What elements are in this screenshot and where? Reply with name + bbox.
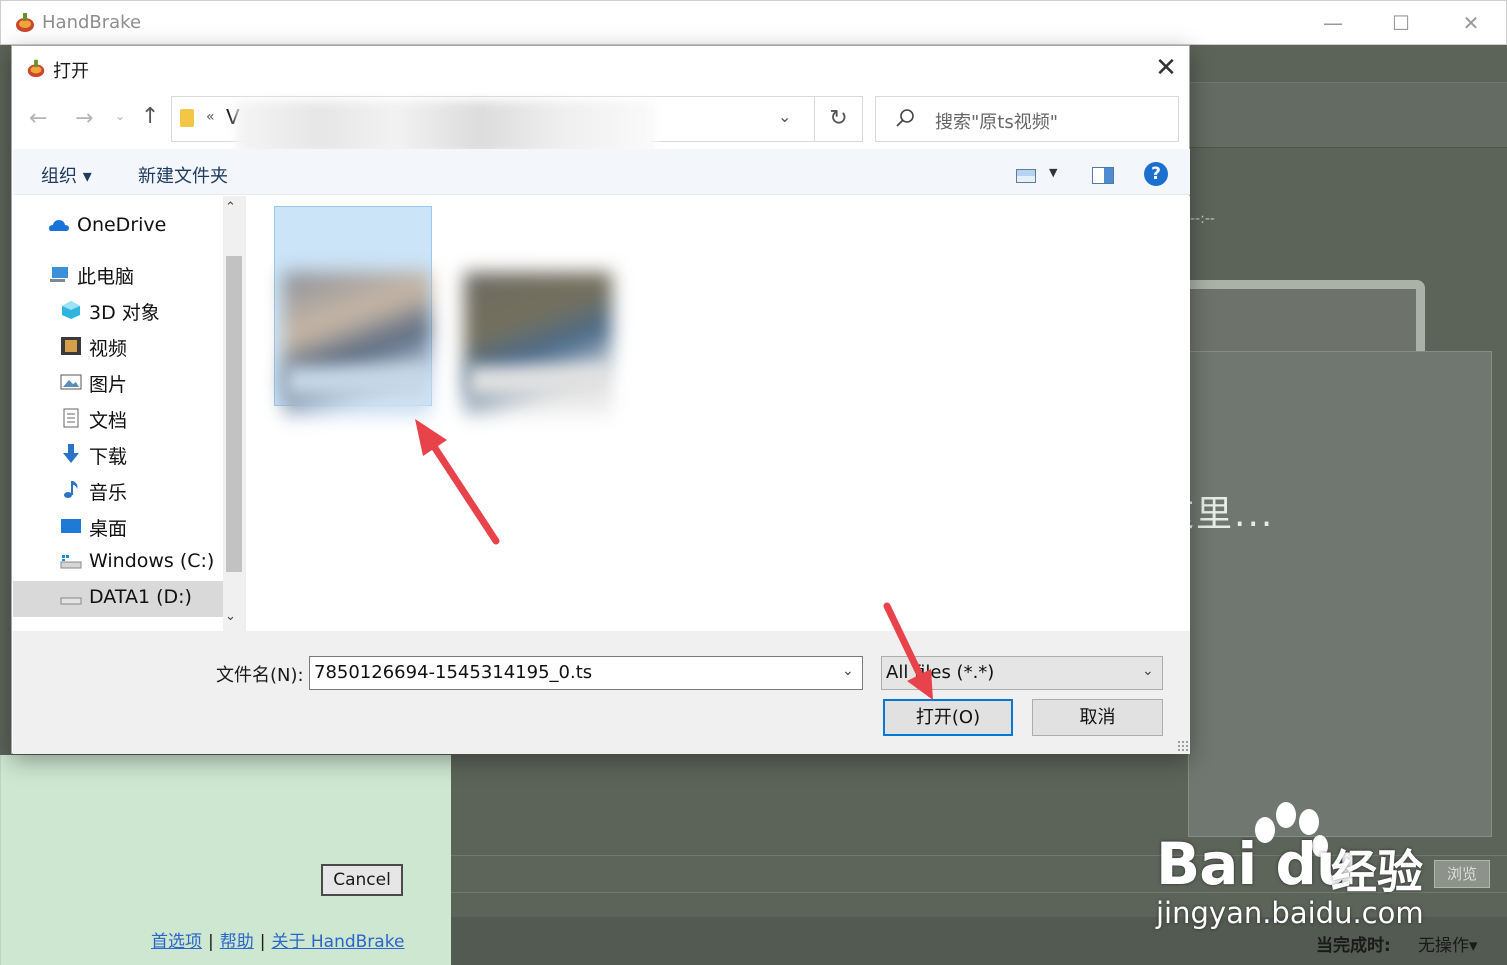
organize-menu-button[interactable]: 组织 ▾: [41, 162, 92, 188]
drive-c-icon: [60, 555, 82, 569]
dialog-title: 打开: [53, 61, 89, 82]
link-separator: |: [208, 932, 214, 952]
address-bar[interactable]: « V ⌄: [171, 96, 815, 155]
command-bar: 组织 ▾ 新建文件夹 ▼ ?: [13, 149, 1190, 195]
close-window-button[interactable]: ✕: [1451, 9, 1491, 37]
duration-readout: --:--: [1190, 211, 1215, 227]
music-icon: [64, 481, 78, 498]
main-window-title: HandBrake: [42, 12, 142, 33]
search-placeholder: 搜索"原ts视频": [935, 112, 1058, 133]
about-link[interactable]: 关于 HandBrake: [271, 932, 404, 952]
nav-pane-scrollbar-thumb[interactable]: [226, 256, 242, 572]
preview-pane-icon[interactable]: [1092, 167, 1114, 184]
filename-input[interactable]: 7850126694-1545314195_0.ts: [309, 656, 863, 690]
scroll-down-icon[interactable]: ⌄: [225, 609, 236, 624]
resize-grip-icon[interactable]: [1177, 740, 1189, 752]
address-path-blurred: [236, 101, 656, 155]
preferences-link[interactable]: 首选项: [151, 932, 202, 952]
address-overflow-icon[interactable]: «: [206, 109, 215, 125]
document-icon: [63, 408, 79, 428]
chevron-down-icon[interactable]: ⌄: [1142, 663, 1154, 679]
recent-locations-chevron-icon[interactable]: ⌄: [115, 109, 125, 123]
up-arrow-icon[interactable]: ↑: [141, 104, 159, 129]
nav-item-data1-d[interactable]: DATA1 (D:): [13, 581, 224, 617]
help-icon[interactable]: ?: [1144, 162, 1168, 186]
scroll-up-icon[interactable]: ⌃: [225, 200, 236, 215]
search-input[interactable]: 搜索"原ts视频": [875, 96, 1179, 142]
open-button[interactable]: 打开(O): [883, 699, 1013, 736]
main-window-titlebar: HandBrake — ☐ ✕: [0, 0, 1507, 45]
view-options-chevron-icon[interactable]: ▼: [1049, 166, 1057, 179]
handbrake-logo-icon: [27, 59, 45, 78]
onedrive-icon: [49, 220, 69, 231]
cube-icon: [62, 301, 80, 319]
footer-links: 首选项 | 帮助 | 关于 HandBrake: [151, 927, 404, 952]
video-icon: [61, 337, 81, 355]
back-arrow-icon[interactable]: ←: [29, 106, 47, 131]
file-type-select[interactable]: All files (*.*): [881, 656, 1163, 690]
baidu-jingyan-watermark: Bai du 经验 jingyan.baidu.com: [1156, 800, 1456, 940]
desktop-icon: [61, 519, 81, 533]
file-list-pane: [245, 196, 1190, 631]
link-separator: |: [259, 932, 266, 952]
drive-d-icon: [60, 597, 82, 605]
dialog-bottom-area: [13, 631, 1190, 754]
filename-label: 文件名(N):: [216, 665, 304, 686]
dialog-cancel-button[interactable]: 取消: [1032, 699, 1163, 736]
help-link[interactable]: 帮助: [220, 932, 254, 952]
open-file-dialog: 打开 ✕ ← → ⌄ ↑ « V ⌄ ↻ 搜索"原ts视频" 组织 ▾ 新建文件…: [11, 45, 1190, 754]
cancel-button[interactable]: Cancel: [321, 864, 403, 896]
dialog-close-button[interactable]: ✕: [1149, 52, 1183, 86]
watermark-chinese: 经验: [1331, 845, 1423, 899]
folder-icon: [180, 109, 194, 127]
handbrake-logo-icon: [16, 13, 34, 32]
drop-zone-inner: [1188, 351, 1492, 837]
minimize-button[interactable]: —: [1313, 9, 1353, 37]
maximize-button[interactable]: ☐: [1381, 9, 1421, 37]
watermark-brand: Bai du: [1156, 830, 1357, 898]
picture-icon: [60, 374, 82, 390]
chevron-down-icon[interactable]: ⌄: [842, 663, 854, 679]
file-name-blurred: [286, 366, 426, 396]
chevron-down-icon[interactable]: ⌄: [778, 107, 791, 126]
search-icon: [896, 109, 914, 127]
navigation-pane: OneDrive 此电脑 3D 对象 视频 图片 文档 下载 音乐 桌面 Win…: [13, 196, 245, 631]
new-folder-button[interactable]: 新建文件夹: [138, 162, 228, 188]
refresh-button[interactable]: ↻: [815, 96, 863, 142]
watermark-url: jingyan.baidu.com: [1156, 896, 1424, 930]
view-options-icon[interactable]: [1016, 169, 1036, 183]
computer-icon: [50, 267, 68, 282]
forward-arrow-icon[interactable]: →: [75, 106, 93, 131]
file-name-blurred: [468, 366, 608, 396]
download-icon: [63, 444, 79, 463]
